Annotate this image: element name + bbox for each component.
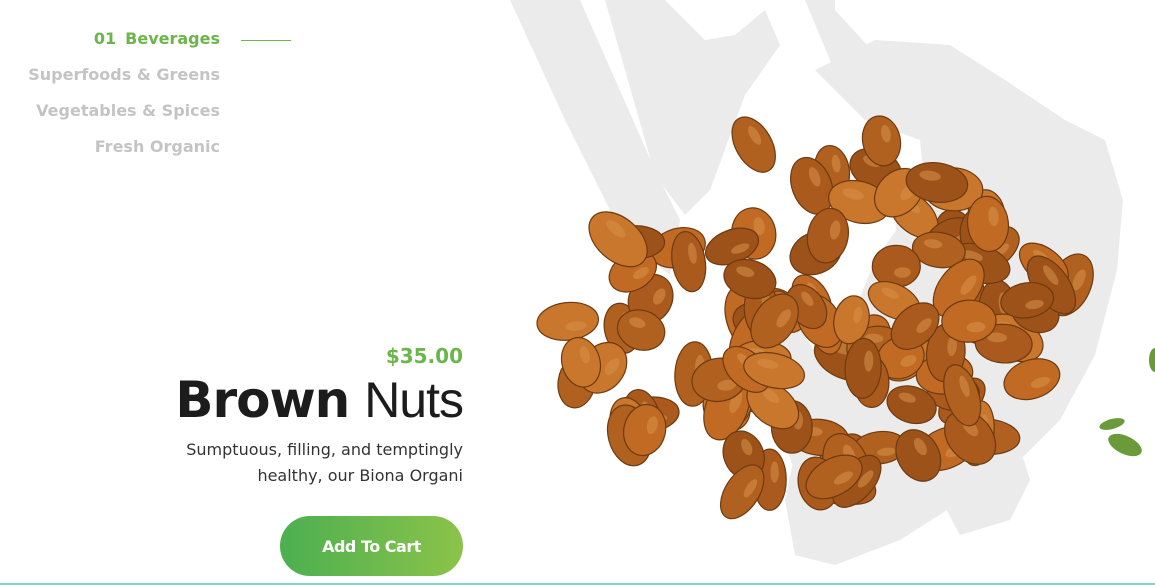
category-number: 01: [93, 29, 117, 48]
product-hero-area: [505, 0, 1155, 585]
category-label: Vegetables & Spices: [36, 101, 220, 120]
nut: [871, 244, 921, 288]
category-nav: 01 Beverages Superfoods & Greens Vegetabl…: [0, 28, 220, 172]
category-label: Superfoods & Greens: [28, 65, 220, 84]
category-item-fresh-organic[interactable]: Fresh Organic: [0, 136, 220, 172]
product-price: $35.00: [385, 344, 463, 368]
product-title-light: Nuts: [364, 372, 464, 428]
description-line: healthy, our Biona Organi: [257, 466, 463, 485]
description-line: Sumptuous, filling, and temptingly: [186, 440, 463, 459]
category-label: Beverages: [125, 29, 220, 48]
add-to-cart-button[interactable]: Add To Cart: [280, 516, 463, 576]
product-illustration: [510, 0, 1155, 565]
category-label: Fresh Organic: [94, 137, 220, 156]
product-title: Brown Nuts: [120, 370, 464, 430]
product-title-bold: Brown: [175, 371, 350, 429]
category-item-vegetables-spices[interactable]: Vegetables & Spices: [0, 100, 220, 136]
category-item-beverages[interactable]: 01 Beverages: [0, 28, 220, 64]
nut: [536, 301, 599, 341]
product-description: Sumptuous, filling, and temptingly healt…: [120, 437, 463, 489]
category-item-superfoods-greens[interactable]: Superfoods & Greens: [0, 64, 220, 100]
leaves: [1099, 348, 1155, 457]
nut-highlight: [770, 461, 779, 483]
active-category-indicator: [241, 40, 291, 41]
hero-slide: 01 Beverages Superfoods & Greens Vegetabl…: [0, 0, 1155, 585]
